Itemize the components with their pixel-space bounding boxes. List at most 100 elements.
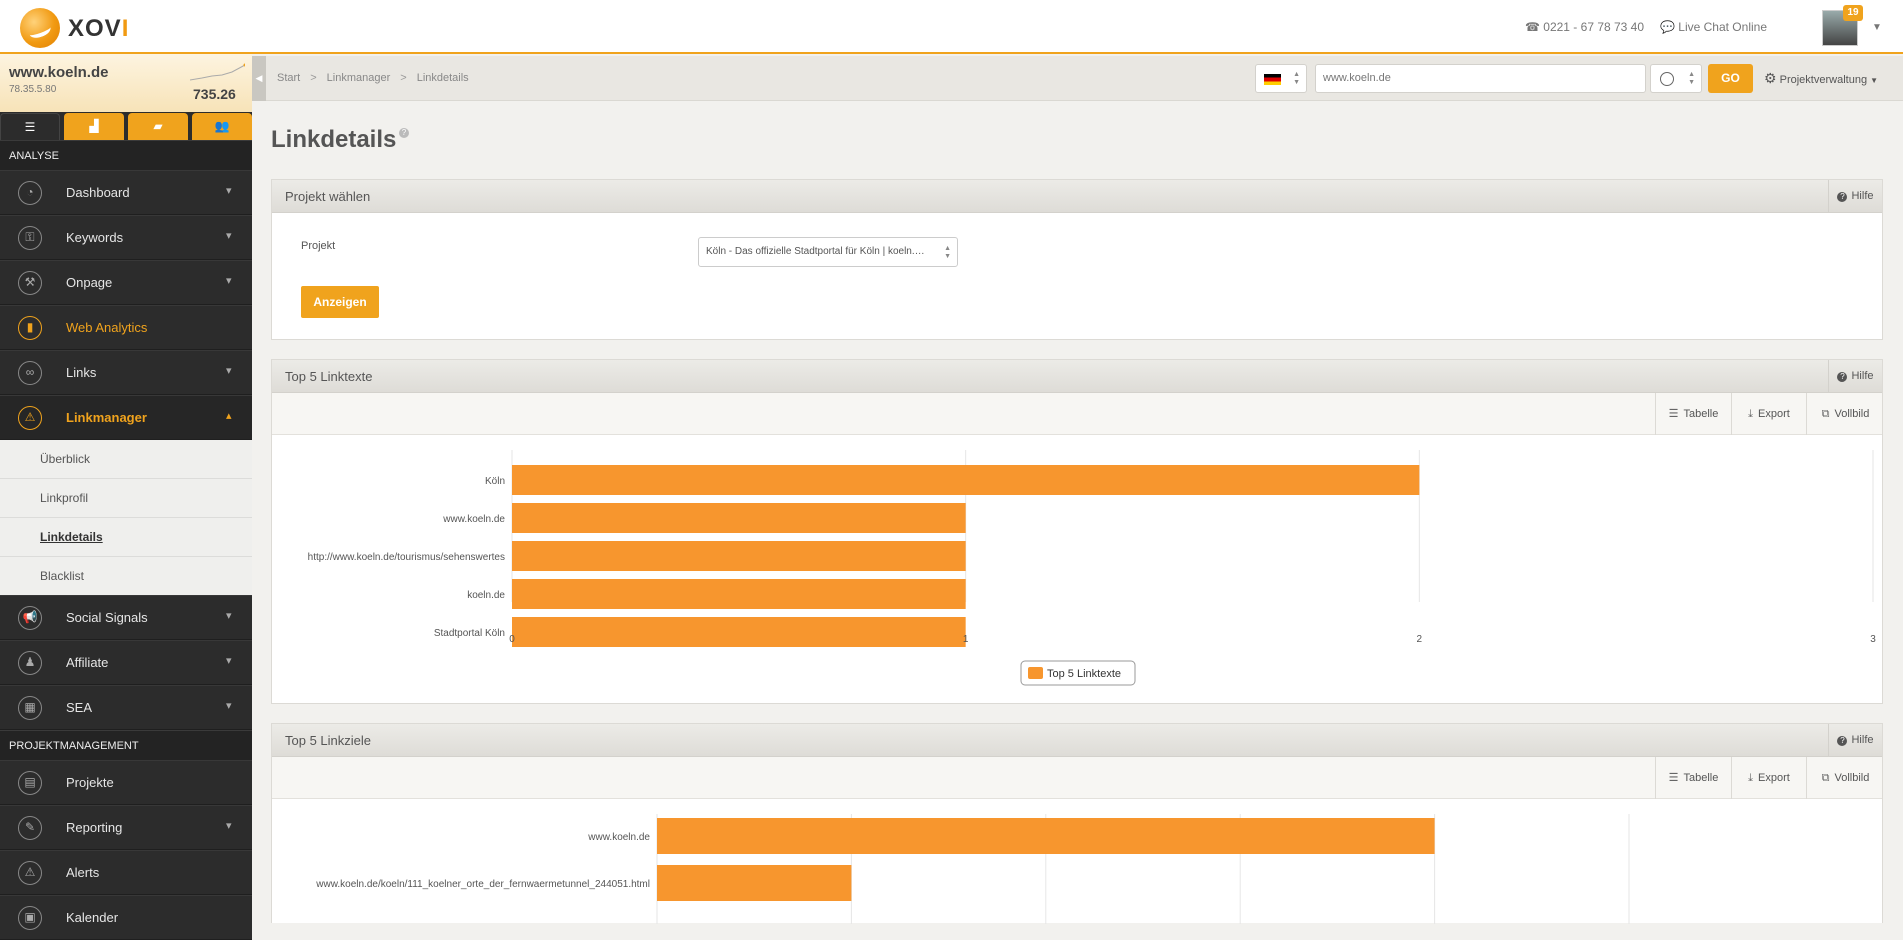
sidebar-item-label: Linkmanager	[66, 410, 147, 425]
chevron-down-icon: ▾	[226, 820, 232, 832]
category-label: www.koeln.de	[587, 832, 650, 843]
sidebar: www.koeln.de 78.35.5.80 735.26 ☰ ▟ ▰ 👥 A…	[0, 54, 252, 940]
chevron-down-icon: ▾	[226, 275, 232, 287]
gear-icon: ⚙	[1764, 70, 1777, 86]
sidebar-item-dashboard[interactable]: ◔ Dashboard ▾	[0, 170, 252, 215]
chevron-down-icon: ▾	[226, 610, 232, 622]
panel-title: Top 5 Linktexte	[285, 369, 373, 384]
sidebar-item-label: Links	[66, 365, 97, 380]
category-label: Stadtportal Köln	[434, 628, 505, 639]
folder-icon: ▰	[153, 119, 163, 133]
projekt-select[interactable]: Köln - Das offizielle Stadtportal für Kö…	[698, 237, 958, 267]
question-icon: ?	[1837, 192, 1848, 202]
sidebar-item-keywords[interactable]: ⚿ Keywords ▾	[0, 215, 252, 260]
sidebar-item-social-signals[interactable]: 📢 Social Signals ▾	[0, 595, 252, 640]
section-analyse: ANALYSE	[0, 140, 252, 170]
sidebar-item-onpage[interactable]: ⚒ Onpage ▾	[0, 260, 252, 305]
logo-icon	[20, 8, 60, 48]
sidebar-item-kalender[interactable]: ▣ Kalender	[0, 895, 252, 940]
bar	[512, 465, 1420, 495]
collapse-sidebar-button[interactable]: ◀	[252, 56, 266, 101]
chevron-down-icon: ▼	[1870, 76, 1879, 85]
table-button[interactable]: ☰ Tabelle	[1655, 393, 1731, 435]
gauge-icon: ◔	[18, 181, 42, 205]
phone-number: ☎ 0221 - 67 78 73 40	[1525, 20, 1645, 34]
help-icon[interactable]: ?	[399, 128, 409, 138]
table-button[interactable]: ☰ Tabelle	[1655, 757, 1731, 799]
export-button[interactable]: ⤓ Export	[1731, 757, 1806, 799]
fullscreen-button[interactable]: ⧉ Vollbild	[1806, 757, 1884, 799]
linktexte-chart: Köln www.koeln.de http://www.koeln.de/tour…	[308, 450, 1876, 686]
sidebar-item-linkmanager[interactable]: ⚠ Linkmanager ▴	[0, 395, 252, 440]
sidebar-subitem-ueberblick[interactable]: Überblick	[0, 440, 252, 479]
breadcrumb-linkmanager[interactable]: Linkmanager	[327, 72, 391, 84]
domain-box: www.koeln.de 78.35.5.80 735.26	[0, 54, 252, 112]
projektverwaltung-menu[interactable]: ⚙ Projektverwaltung ▼	[1764, 70, 1878, 87]
sidebar-item-affiliate[interactable]: ♟ Affiliate ▾	[0, 640, 252, 685]
sidebar-item-projekte[interactable]: ▤ Projekte	[0, 760, 252, 805]
tab-charts[interactable]: ▟	[64, 113, 124, 140]
go-button[interactable]: GO	[1708, 64, 1753, 93]
panel-header: Projekt wählen ? Hilfe	[272, 180, 1882, 213]
sidebar-subitem-blacklist[interactable]: Blacklist	[0, 557, 252, 596]
chat-icon: 💬	[1660, 20, 1679, 34]
tick-label: 1	[963, 634, 969, 645]
chevron-down-icon: ▾	[226, 655, 232, 667]
panel-header: Top 5 Linkziele ? Hilfe	[272, 724, 1882, 757]
fullscreen-button[interactable]: ⧉ Vollbild	[1806, 393, 1884, 435]
sidebar-item-sea[interactable]: ▦ SEA ▾	[0, 685, 252, 730]
help-button[interactable]: ? Hilfe	[1828, 724, 1882, 757]
help-button[interactable]: ? Hilfe	[1828, 180, 1882, 213]
phone-icon: ☎	[1525, 20, 1544, 34]
sidebar-item-reporting[interactable]: ✎ Reporting ▾	[0, 805, 252, 850]
legend-label: Top 5 Linktexte	[1047, 668, 1121, 680]
sidebar-item-web-analytics[interactable]: ▮ Web Analytics	[0, 305, 252, 350]
sidebar-item-label: Keywords	[66, 230, 124, 245]
tab-users[interactable]: 👥	[192, 113, 252, 140]
country-select[interactable]: ▲ ▼	[1255, 64, 1307, 93]
report-icon: ✎	[18, 816, 42, 840]
bar	[657, 818, 1435, 854]
anzeigen-button[interactable]: Anzeigen	[301, 286, 379, 318]
language-select[interactable]: ▲ ▼	[1650, 64, 1702, 93]
help-button[interactable]: ? Hilfe	[1828, 360, 1882, 393]
chevron-right-icon: >	[310, 72, 317, 84]
tick-label: 0	[509, 634, 515, 645]
subitem-label: Überblick	[40, 452, 91, 466]
panel-top5-linktexte: Top 5 Linktexte ? Hilfe ☰ Tabelle ⤓ Export …	[271, 359, 1883, 704]
chevron-down-icon[interactable]: ▼	[1872, 22, 1882, 33]
key-icon: ⚿	[18, 226, 42, 250]
linkziele-chart: www.koeln.de www.koeln.de/koeln/111_koeln…	[315, 814, 1630, 924]
tab-list[interactable]: ☰	[0, 113, 60, 140]
url-input[interactable]: www.koeln.de	[1315, 64, 1646, 93]
category-label: Köln	[485, 476, 505, 487]
tab-folders[interactable]: ▰	[128, 113, 188, 140]
spinner-icon: ▲ ▼	[1293, 71, 1300, 86]
chart-icon: ▟	[89, 119, 99, 133]
category-label: http://www.koeln.de/tourismus/sehenswert…	[308, 552, 505, 563]
spinner-icon: ▲ ▼	[944, 245, 951, 260]
subitem-label: Linkprofil	[40, 491, 89, 505]
tick-label: 3	[1870, 634, 1876, 645]
subitem-label: Blacklist	[40, 569, 85, 583]
breadcrumb-start[interactable]: Start	[277, 72, 300, 84]
sidebar-item-alerts[interactable]: ⚠ Alerts	[0, 850, 252, 895]
sparkline-icon	[190, 63, 245, 81]
breadcrumb-linkdetails: Linkdetails	[416, 72, 469, 84]
sidebar-item-label: Reporting	[66, 820, 123, 835]
sidebar-item-label: SEA	[66, 700, 93, 715]
category-label: www.koeln.de	[442, 514, 505, 525]
chevron-down-icon: ▾	[226, 230, 232, 242]
sidebar-tabs: ☰ ▟ ▰ 👥	[0, 113, 252, 140]
top-bar: XOVI ☎ 0221 - 67 78 73 40 💬 Live Chat On…	[0, 0, 1903, 54]
export-button[interactable]: ⤓ Export	[1731, 393, 1806, 435]
section-projektmanagement: PROJEKTMANAGEMENT	[0, 730, 252, 760]
sidebar-subitem-linkprofil[interactable]: Linkprofil	[0, 479, 252, 518]
sidebar-item-links[interactable]: ∞ Links ▾	[0, 350, 252, 395]
fullscreen-icon: ⧉	[1821, 408, 1830, 420]
warning-icon: ⚠	[18, 861, 42, 885]
live-chat-link[interactable]: 💬 Live Chat Online	[1660, 20, 1767, 34]
xovi-logo[interactable]: XOVI	[20, 8, 150, 48]
sidebar-subitem-linkdetails[interactable]: Linkdetails	[0, 518, 252, 557]
bar	[512, 541, 966, 571]
